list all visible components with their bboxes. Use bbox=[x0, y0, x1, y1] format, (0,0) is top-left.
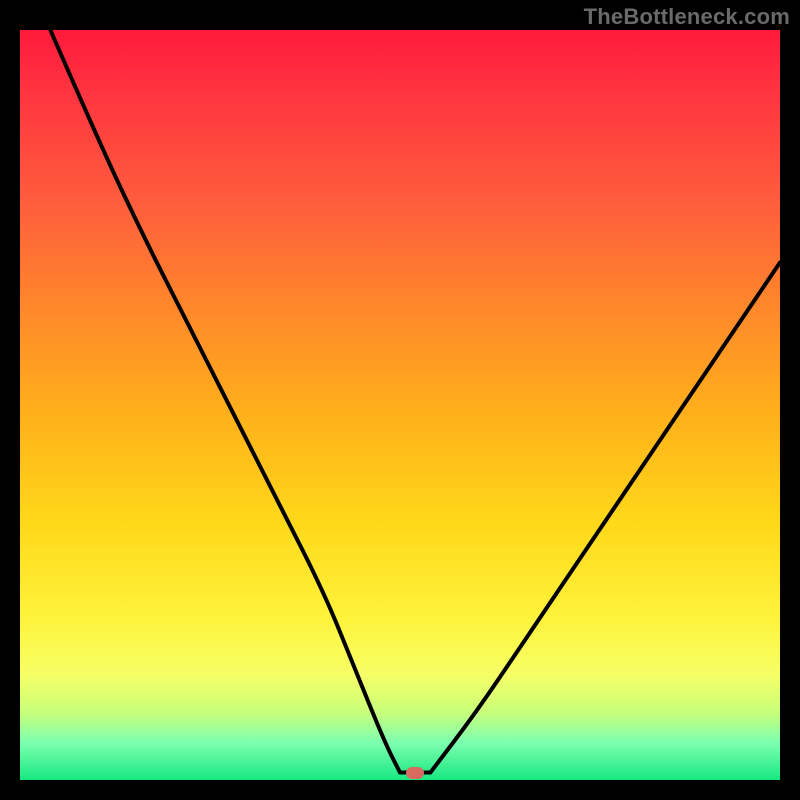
minimum-marker bbox=[406, 767, 424, 779]
plot-area bbox=[20, 30, 780, 780]
chart-frame: TheBottleneck.com bbox=[0, 0, 800, 800]
curve-path bbox=[50, 30, 780, 773]
bottleneck-curve bbox=[20, 30, 780, 780]
attribution-text: TheBottleneck.com bbox=[584, 4, 790, 30]
